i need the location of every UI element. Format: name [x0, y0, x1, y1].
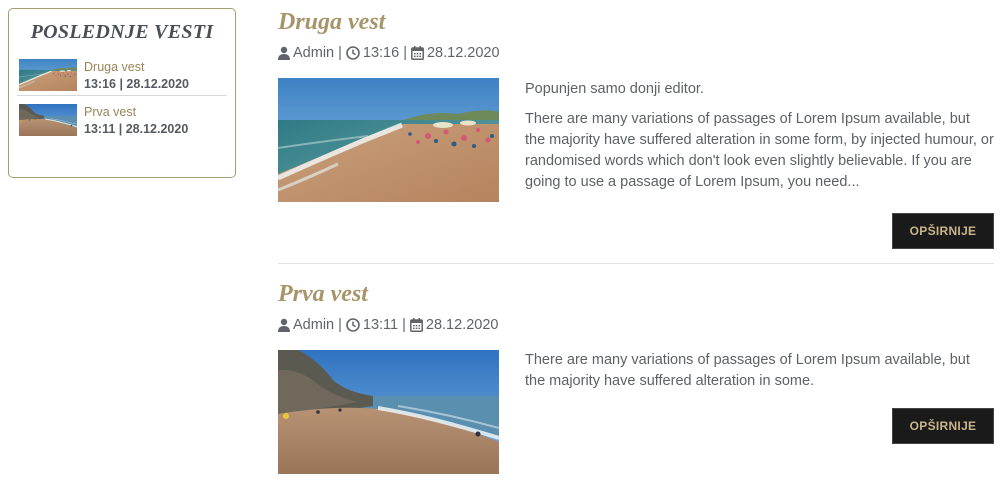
- article-title[interactable]: Druga vest: [278, 0, 994, 44]
- sidebar-news-list: Druga vest 13:16 | 28.12.2020 Prva vest …: [17, 59, 227, 140]
- sidebar-news-meta: 13:16 | 28.12.2020: [84, 77, 189, 91]
- calendar-icon: [409, 318, 423, 332]
- read-more-button[interactable]: OPŠIRNIJE: [892, 213, 994, 249]
- sidebar-news-item[interactable]: Druga vest 13:16 | 28.12.2020: [17, 59, 227, 95]
- article-title[interactable]: Prva vest: [278, 272, 994, 316]
- sidebar-news-text: Druga vest 13:16 | 28.12.2020: [84, 59, 189, 93]
- cliff-beach-thumbnail[interactable]: [19, 104, 77, 136]
- article-date: 28.12.2020: [426, 45, 500, 61]
- beach-thumbnail[interactable]: [19, 59, 77, 91]
- article-meta: Admin | 13:11 | 28.12.2020: [278, 315, 994, 335]
- meta-separator: |: [402, 317, 406, 333]
- article-body: There are many variations of passages of…: [278, 350, 994, 474]
- excerpt-paragraph: There are many variations of passages of…: [525, 111, 994, 190]
- article-date: 28.12.2020: [425, 317, 499, 333]
- user-icon: [278, 46, 290, 60]
- sidebar-news-text: Prva vest 13:11 | 28.12.2020: [84, 104, 188, 138]
- clock-icon: [346, 318, 360, 332]
- excerpt-paragraph: Popunjen samo donji editor.: [525, 81, 704, 97]
- page: POSLEDNJE VESTI Druga vest 13:16 | 28.12…: [0, 0, 1004, 485]
- meta-separator: |: [338, 45, 342, 61]
- beach-photo[interactable]: [278, 78, 499, 202]
- news-article: Prva vest Admin | 13:11 | 28.12.2020 The…: [278, 272, 994, 474]
- sidebar-title: POSLEDNJE VESTI: [30, 21, 214, 43]
- article-meta: Admin | 13:16 | 28.12.2020: [278, 43, 994, 63]
- cliff-beach-photo[interactable]: [278, 350, 499, 474]
- sidebar-news-title[interactable]: Prva vest: [84, 104, 188, 121]
- article-excerpt: There are many variations of passages of…: [525, 350, 994, 401]
- read-more-button[interactable]: OPŠIRNIJE: [892, 408, 994, 444]
- calendar-icon: [411, 46, 424, 60]
- latest-news-sidebar: POSLEDNJE VESTI Druga vest 13:16 | 28.12…: [8, 8, 236, 178]
- sidebar-news-meta: 13:11 | 28.12.2020: [84, 122, 189, 136]
- article-time: 13:11: [362, 317, 399, 333]
- article-excerpt: Popunjen samo donji editor. There are ma…: [525, 78, 994, 202]
- news-article: Druga vest Admin | 13:16 | 28.12.2020 Po…: [278, 0, 994, 249]
- meta-separator: |: [338, 317, 342, 333]
- clock-icon: [346, 46, 360, 60]
- article-author: Admin: [293, 317, 335, 333]
- excerpt-paragraph: There are many variations of passages of…: [525, 352, 970, 389]
- sidebar-news-item[interactable]: Prva vest 13:11 | 28.12.2020: [17, 95, 227, 140]
- article-time: 13:16: [362, 45, 400, 61]
- article-body: Popunjen samo donji editor. There are ma…: [278, 78, 994, 202]
- user-icon: [278, 318, 290, 332]
- meta-separator: |: [403, 45, 407, 61]
- article-author: Admin: [293, 45, 335, 61]
- article-divider: [278, 263, 994, 264]
- sidebar-news-title[interactable]: Druga vest: [84, 59, 189, 76]
